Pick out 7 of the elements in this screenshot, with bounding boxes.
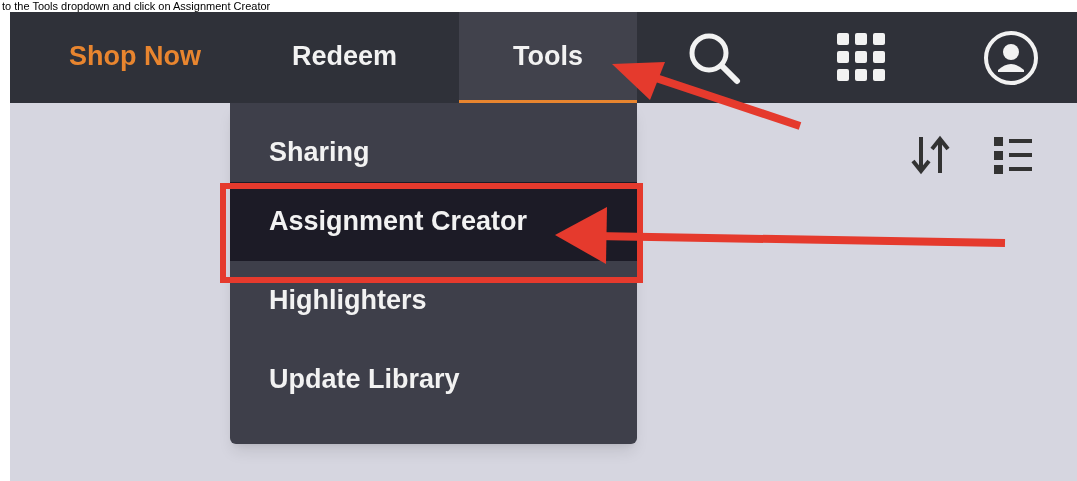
menu-item[interactable]: Update Library xyxy=(230,340,637,419)
menu-item[interactable]: Sharing xyxy=(230,103,637,182)
nav-link[interactable]: Tools xyxy=(459,12,637,103)
caption-text: to the Tools dropdown and click on Assignment Creator xyxy=(2,0,271,12)
menu-item[interactable]: Highlighters xyxy=(230,261,637,340)
nav-link[interactable]: Shop Now xyxy=(40,12,230,103)
nav-link[interactable]: Redeem xyxy=(230,12,459,103)
